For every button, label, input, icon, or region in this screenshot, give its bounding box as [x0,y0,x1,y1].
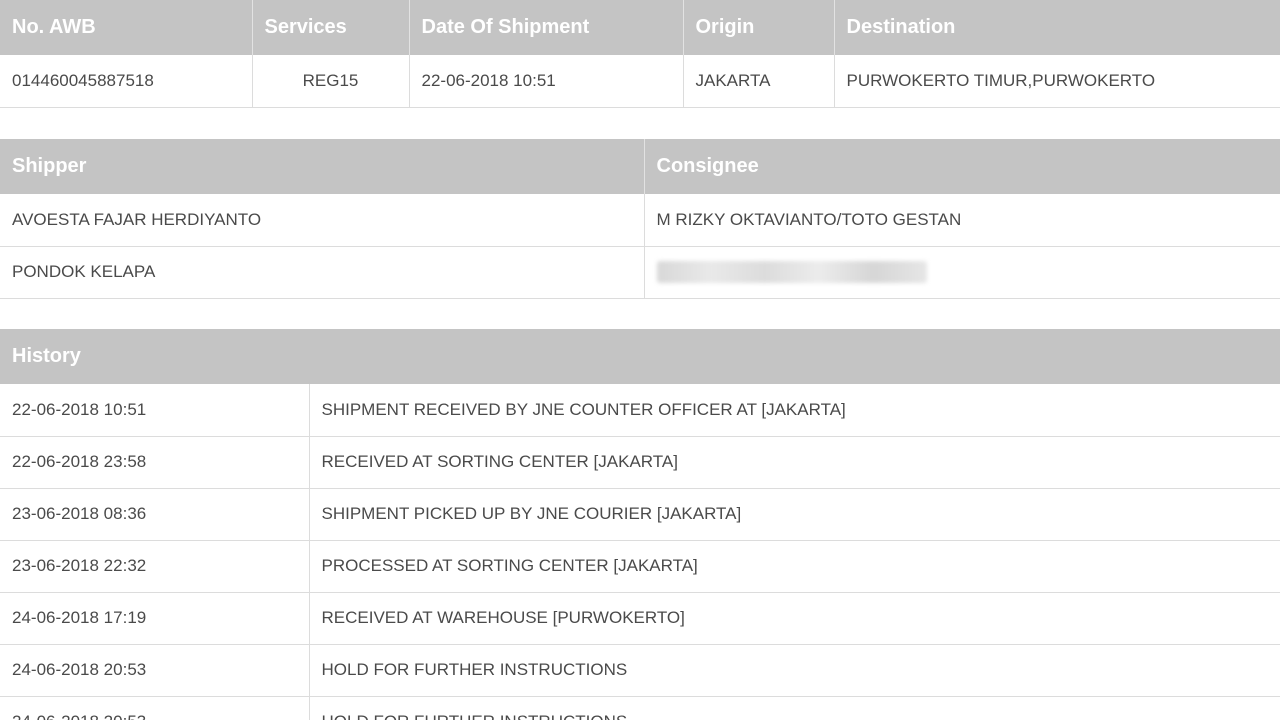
shipment-date-header: Date Of Shipment [409,0,684,55]
awb-number-header: No. AWB [0,0,253,55]
history-date: 24-06-2018 17:19 [0,592,310,645]
history-date: 23-06-2018 08:36 [0,488,310,541]
history-header: History [0,329,1280,384]
tracking-page: No. AWB Services Date Of Shipment Origin… [0,0,1280,720]
shipper-header: Shipper [0,139,645,194]
history-description: SHIPMENT RECEIVED BY JNE COUNTER OFFICER… [309,384,1280,437]
awb-data-row: 014460045887518 REG15 22-06-2018 10:51 J… [0,55,1280,108]
consignee-city-cell [644,246,1280,299]
history-description: RECEIVED AT SORTING CENTER [JAKARTA] [309,436,1280,489]
consignee-name: M RIZKY OKTAVIANTO/TOTO GESTAN [644,194,1280,247]
shipment-date-value: 22-06-2018 10:51 [409,55,684,108]
history-row: 22-06-2018 10:51 SHIPMENT RECEIVED BY JN… [0,384,1280,437]
awb-summary-table: No. AWB Services Date Of Shipment Origin… [0,0,1280,108]
party-city-row: PONDOK KELAPA [0,246,1280,299]
history-row: 24-06-2018 17:19 RECEIVED AT WAREHOUSE [… [0,592,1280,645]
shipper-consignee-table: Shipper Consignee AVOESTA FAJAR HERDIYAN… [0,139,1280,299]
destination-value: PURWOKERTO TIMUR,PURWOKERTO [834,55,1280,108]
history-row: 24-06-2018 20:53 HOLD FOR FURTHER INSTRU… [0,644,1280,697]
history-description: SHIPMENT PICKED UP BY JNE COURIER [JAKAR… [309,488,1280,541]
history-row: 22-06-2018 23:58 RECEIVED AT SORTING CEN… [0,436,1280,489]
history-header-row: History [0,329,1280,384]
destination-header: Destination [834,0,1280,55]
shipper-name: AVOESTA FAJAR HERDIYANTO [0,194,645,247]
history-description: PROCESSED AT SORTING CENTER [JAKARTA] [309,540,1280,593]
awb-number-value: 014460045887518 [0,55,253,108]
history-date: 24-06-2018 20:53 [0,644,310,697]
origin-value: JAKARTA [683,55,835,108]
history-row: 23-06-2018 08:36 SHIPMENT PICKED UP BY J… [0,488,1280,541]
history-row: 24-06-2018 20:53 HOLD FOR FURTHER INSTRU… [0,696,1280,720]
consignee-header: Consignee [644,139,1280,194]
history-description: HOLD FOR FURTHER INSTRUCTIONS [309,696,1280,720]
party-header-row: Shipper Consignee [0,139,1280,194]
consignee-city-redacted [656,261,927,283]
history-description: HOLD FOR FURTHER INSTRUCTIONS [309,644,1280,697]
awb-header-row: No. AWB Services Date Of Shipment Origin… [0,0,1280,55]
history-row: 23-06-2018 22:32 PROCESSED AT SORTING CE… [0,540,1280,593]
history-description: RECEIVED AT WAREHOUSE [PURWOKERTO] [309,592,1280,645]
history-date: 24-06-2018 20:53 [0,696,310,720]
party-name-row: AVOESTA FAJAR HERDIYANTO M RIZKY OKTAVIA… [0,194,1280,247]
history-date: 23-06-2018 22:32 [0,540,310,593]
origin-header: Origin [683,0,835,55]
services-header: Services [252,0,410,55]
history-date: 22-06-2018 10:51 [0,384,310,437]
history-table: History 22-06-2018 10:51 SHIPMENT RECEIV… [0,329,1280,720]
services-value: REG15 [252,55,410,108]
history-date: 22-06-2018 23:58 [0,436,310,489]
shipper-city: PONDOK KELAPA [0,246,645,299]
